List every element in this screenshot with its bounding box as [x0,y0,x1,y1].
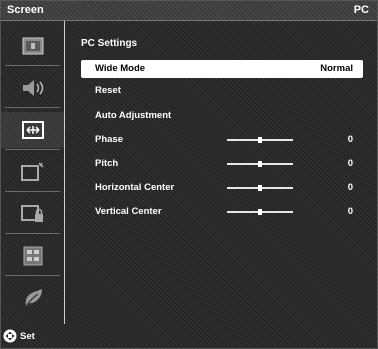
speaker-icon [22,80,43,96]
pitch-slider[interactable] [227,161,293,167]
sidebar-item-multiscreen[interactable] [1,238,64,276]
osd-menu: Screen PC PC Settings Wide Mode Normal R… [0,0,378,349]
phase-label: Phase [95,134,123,145]
footer-hint: Set [3,327,35,345]
menu-title: Screen [7,4,44,16]
sidebar-item-screen[interactable] [1,112,64,150]
dpad-icon [3,329,17,343]
sidebar-item-audio[interactable] [1,70,64,108]
wide-mode-value: Normal [320,63,353,74]
picture-icon [22,37,43,55]
phase-value: 0 [347,134,353,145]
wide-mode-row[interactable]: Wide Mode Normal [81,60,363,78]
horizontal-center-row[interactable]: Horizontal Center 0 [81,179,363,197]
vertical-center-row[interactable]: Vertical Center 0 [81,203,363,221]
sidebar-item-picture[interactable] [1,28,64,66]
settings-panel: PC Settings Wide Mode Normal Reset Auto … [73,21,369,321]
sidebar-item-setup[interactable] [1,154,64,192]
auto-adjustment-label: Auto Adjustment [95,110,172,121]
pitch-row[interactable]: Pitch 0 [81,155,363,173]
eco-leaf-icon [25,289,42,306]
vertical-center-label: Vertical Center [95,206,162,217]
pitch-value: 0 [347,158,353,169]
vertical-center-slider[interactable] [227,209,293,215]
phase-slider[interactable] [227,137,293,143]
setup-icon [20,162,44,181]
wide-mode-label: Wide Mode [95,63,146,74]
page-title: PC Settings [81,38,138,49]
slider-knob[interactable] [258,137,262,143]
horizontal-center-slider[interactable] [227,185,293,191]
category-sidebar [1,21,65,324]
pitch-label: Pitch [95,158,119,169]
slider-knob[interactable] [258,185,262,191]
phase-row[interactable]: Phase 0 [81,131,363,149]
slider-knob[interactable] [258,161,262,167]
sidebar-item-lock[interactable] [1,196,64,234]
horizontal-center-value: 0 [347,182,353,193]
auto-adjustment-row[interactable]: Auto Adjustment [81,107,363,125]
lock-icon [20,205,43,222]
screen-adjust-icon [21,121,44,139]
sidebar-item-eco[interactable] [1,280,64,316]
menu-header: Screen PC [1,1,377,21]
horizontal-center-label: Horizontal Center [95,182,175,193]
vertical-center-value: 0 [347,206,353,217]
input-source-label: PC [353,4,369,16]
reset-label: Reset [95,85,121,96]
set-label: Set [20,330,35,342]
slider-knob[interactable] [258,209,262,215]
reset-row[interactable]: Reset [81,82,363,100]
multi-screen-icon [23,246,42,266]
